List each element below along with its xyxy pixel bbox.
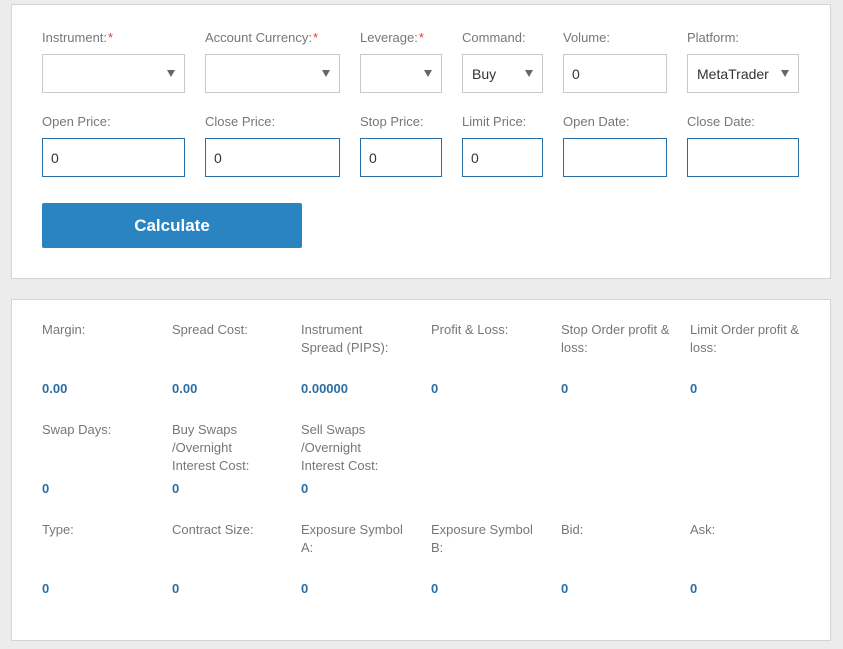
volume-input[interactable]: 0	[563, 54, 667, 93]
platform-label: Platform:	[687, 30, 740, 45]
chevron-down-icon	[424, 70, 432, 77]
buy-swaps-label: Buy Swaps /Overnight Interest Cost:	[172, 422, 250, 473]
swap-days-label: Swap Days:	[42, 422, 112, 437]
limit-order-pl-label: Limit Order profit & loss:	[690, 322, 800, 355]
close-date-input[interactable]	[687, 138, 799, 177]
margin-label: Margin:	[42, 322, 86, 337]
instrument-spread-value: 0.00000	[301, 381, 348, 396]
platform-select[interactable]: MetaTrader	[687, 54, 799, 93]
type-value: 0	[42, 581, 50, 596]
exposure-symbol-b-value: 0	[431, 581, 439, 596]
command-select[interactable]: Buy	[462, 54, 543, 93]
platform-select-value: MetaTrader	[697, 65, 769, 82]
sell-swaps-value: 0	[301, 481, 309, 496]
exposure-symbol-a-value: 0	[301, 581, 309, 596]
account-currency-label: Account Currency:*	[205, 30, 318, 45]
chevron-down-icon	[167, 70, 175, 77]
close-price-input[interactable]: 0	[205, 138, 340, 177]
chevron-down-icon	[322, 70, 330, 77]
profit-loss-value: 0	[431, 381, 439, 396]
spread-cost-label: Spread Cost:	[172, 322, 248, 337]
contract-size-value: 0	[172, 581, 180, 596]
instrument-spread-label: Instrument Spread (PIPS):	[301, 322, 389, 355]
open-price-input[interactable]: 0	[42, 138, 185, 177]
account-currency-select[interactable]	[205, 54, 340, 93]
margin-value: 0.00	[42, 381, 68, 396]
open-price-input-value: 0	[51, 149, 59, 166]
limit-price-input[interactable]: 0	[462, 138, 543, 177]
bid-value: 0	[561, 581, 569, 596]
ask-label: Ask:	[690, 522, 716, 537]
required-mark: *	[312, 30, 318, 45]
bid-label: Bid:	[561, 522, 584, 537]
buy-swaps-value: 0	[172, 481, 180, 496]
sell-swaps-label: Sell Swaps /Overnight Interest Cost:	[301, 422, 379, 473]
stop-price-input-value: 0	[369, 149, 377, 166]
calculate-button[interactable]: Calculate	[42, 203, 302, 248]
instrument-label: Instrument:*	[42, 30, 114, 45]
required-mark: *	[108, 30, 114, 45]
chevron-down-icon	[525, 70, 533, 77]
close-price-label: Close Price:	[205, 114, 276, 129]
command-label: Command:	[462, 30, 526, 45]
instrument-select[interactable]	[42, 54, 185, 93]
swap-days-value: 0	[42, 481, 50, 496]
command-select-value: Buy	[472, 65, 497, 82]
open-date-input[interactable]	[563, 138, 667, 177]
open-date-label: Open Date:	[563, 114, 630, 129]
ask-value: 0	[690, 581, 698, 596]
leverage-label: Leverage:*	[360, 30, 424, 45]
stop-order-pl-value: 0	[561, 381, 569, 396]
exposure-symbol-a-label: Exposure Symbol A:	[301, 522, 403, 555]
type-label: Type:	[42, 522, 74, 537]
stop-price-input[interactable]: 0	[360, 138, 442, 177]
limit-order-pl-value: 0	[690, 381, 698, 396]
calculator-form-panel: Instrument:* Account Currency:* Leverage…	[11, 4, 831, 279]
close-price-input-value: 0	[214, 149, 222, 166]
required-mark: *	[418, 30, 424, 45]
close-date-label: Close Date:	[687, 114, 755, 129]
calculator-results-panel: Margin: Spread Cost: Instrument Spread (…	[11, 299, 831, 641]
contract-size-label: Contract Size:	[172, 522, 254, 537]
limit-price-label: Limit Price:	[462, 114, 527, 129]
spread-cost-value: 0.00	[172, 381, 198, 396]
volume-input-value: 0	[572, 65, 580, 82]
chevron-down-icon	[781, 70, 789, 77]
leverage-select[interactable]	[360, 54, 442, 93]
limit-price-input-value: 0	[471, 149, 479, 166]
stop-price-label: Stop Price:	[360, 114, 424, 129]
exposure-symbol-b-label: Exposure Symbol B:	[431, 522, 533, 555]
stop-order-pl-label: Stop Order profit & loss:	[561, 322, 670, 355]
profit-loss-label: Profit & Loss:	[431, 322, 509, 337]
volume-label: Volume:	[563, 30, 610, 45]
open-price-label: Open Price:	[42, 114, 111, 129]
